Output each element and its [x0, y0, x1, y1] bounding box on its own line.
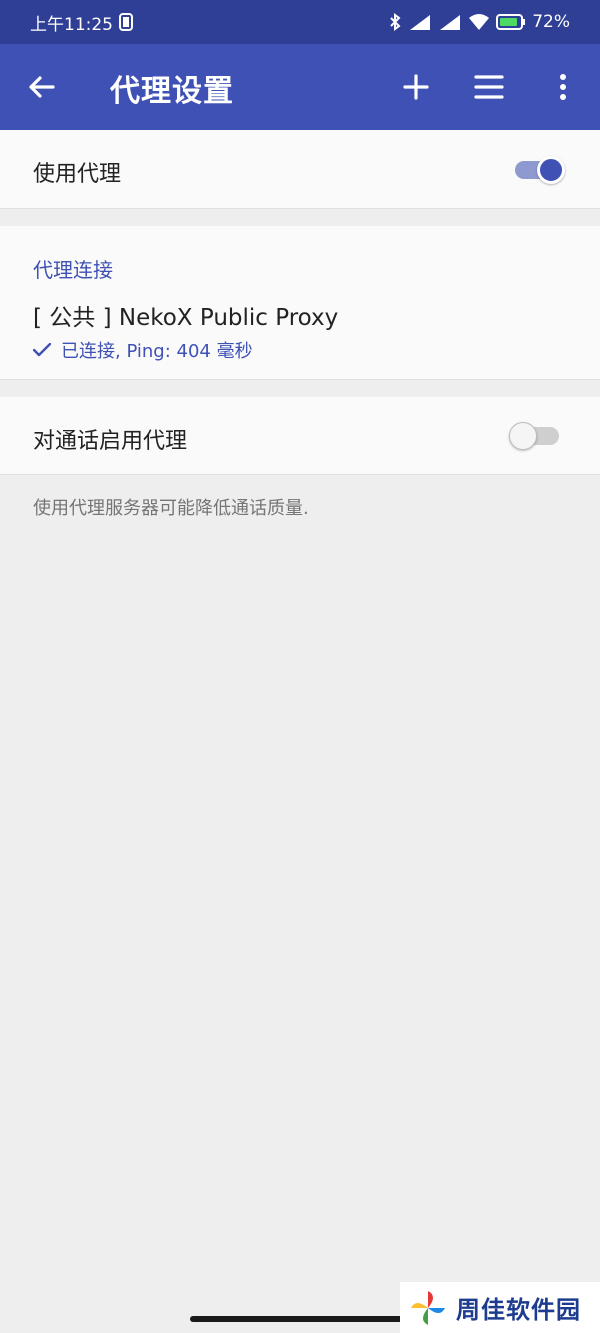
app-bar: 代理设置 — [0, 44, 600, 130]
bluetooth-icon — [390, 13, 401, 31]
signal-icon-1 — [410, 15, 431, 30]
notification-icon — [119, 13, 133, 31]
switch-thumb — [537, 156, 565, 184]
add-icon[interactable] — [396, 67, 436, 107]
proxy-name[interactable]: [ 公共 ] NekoX Public Proxy — [33, 298, 338, 332]
home-indicator[interactable] — [190, 1316, 410, 1322]
calls-proxy-row[interactable]: 对通话启用代理 — [0, 397, 600, 475]
battery-icon — [496, 14, 526, 30]
proxy-status-text: 已连接, Ping: 404 毫秒 — [61, 341, 253, 362]
status-bar: 上午11:25 72% — [0, 0, 600, 44]
use-proxy-row[interactable]: 使用代理 — [0, 130, 600, 209]
proxy-connection-header: 代理连接 — [33, 258, 113, 282]
pinwheel-logo-icon — [411, 1290, 445, 1325]
use-proxy-label: 使用代理 — [33, 162, 122, 187]
check-icon — [33, 343, 51, 357]
wifi-icon — [469, 14, 490, 30]
proxy-connection-section: 代理连接 [ 公共 ] NekoX Public Proxy 已连接, Ping… — [0, 226, 600, 380]
signal-icon-2 — [440, 15, 461, 30]
calls-proxy-switch[interactable] — [509, 421, 563, 450]
calls-proxy-label: 对通话启用代理 — [33, 429, 188, 454]
watermark: 周佳软件园 — [400, 1282, 600, 1333]
battery-percent: 72% — [532, 12, 570, 32]
more-vert-icon[interactable] — [543, 67, 583, 107]
proxy-status: 已连接, Ping: 404 毫秒 — [33, 337, 253, 363]
page-title: 代理设置 — [110, 74, 234, 109]
back-arrow-icon[interactable] — [22, 67, 62, 107]
switch-thumb — [509, 422, 537, 450]
status-time: 上午11:25 — [30, 14, 113, 35]
menu-icon[interactable] — [469, 67, 509, 107]
use-proxy-switch[interactable] — [513, 155, 567, 184]
calls-proxy-hint: 使用代理服务器可能降低通话质量. — [33, 498, 309, 519]
watermark-text: 周佳软件园 — [456, 1296, 581, 1324]
